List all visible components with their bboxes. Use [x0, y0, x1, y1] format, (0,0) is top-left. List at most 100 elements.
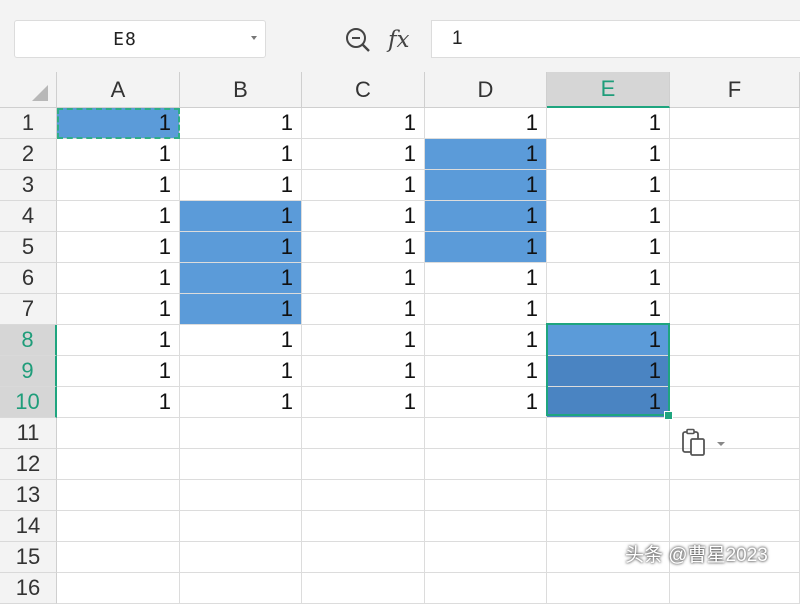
cell-a12[interactable] [57, 449, 180, 480]
column-header-b[interactable]: B [180, 72, 302, 108]
cell-a3[interactable]: 1 [57, 170, 180, 201]
cell-b1[interactable]: 1 [180, 108, 302, 139]
cell-f7[interactable] [670, 294, 800, 325]
row-header-2[interactable]: 2 [0, 139, 57, 170]
name-box[interactable]: E8 [14, 20, 266, 58]
cell-d11[interactable] [425, 418, 547, 449]
cell-c10[interactable]: 1 [302, 387, 425, 418]
cell-e2[interactable]: 1 [547, 139, 670, 170]
cell-f10[interactable] [670, 387, 800, 418]
cell-d3[interactable]: 1 [425, 170, 547, 201]
cell-e8[interactable]: 1 [547, 325, 670, 356]
cell-f1[interactable] [670, 108, 800, 139]
cell-c12[interactable] [302, 449, 425, 480]
cell-b11[interactable] [180, 418, 302, 449]
cell-a6[interactable]: 1 [57, 263, 180, 294]
column-header-e[interactable]: E [547, 72, 670, 108]
cell-b14[interactable] [180, 511, 302, 542]
cell-a2[interactable]: 1 [57, 139, 180, 170]
cell-e1[interactable]: 1 [547, 108, 670, 139]
row-header-10[interactable]: 10 [0, 387, 57, 418]
spreadsheet-grid[interactable]: ABCDEF1111112111113111114111115111116111… [0, 72, 800, 604]
cell-a8[interactable]: 1 [57, 325, 180, 356]
row-header-12[interactable]: 12 [0, 449, 57, 480]
column-header-c[interactable]: C [302, 72, 425, 108]
column-header-f[interactable]: F [670, 72, 800, 108]
row-header-15[interactable]: 15 [0, 542, 57, 573]
cell-f9[interactable] [670, 356, 800, 387]
cell-c3[interactable]: 1 [302, 170, 425, 201]
row-header-5[interactable]: 5 [0, 232, 57, 263]
row-header-9[interactable]: 9 [0, 356, 57, 387]
cell-a1[interactable]: 1 [57, 108, 180, 139]
cell-a14[interactable] [57, 511, 180, 542]
cell-b12[interactable] [180, 449, 302, 480]
cell-e6[interactable]: 1 [547, 263, 670, 294]
cell-c8[interactable]: 1 [302, 325, 425, 356]
cell-d7[interactable]: 1 [425, 294, 547, 325]
cell-a5[interactable]: 1 [57, 232, 180, 263]
cell-d2[interactable]: 1 [425, 139, 547, 170]
cell-c9[interactable]: 1 [302, 356, 425, 387]
cell-b13[interactable] [180, 480, 302, 511]
column-header-a[interactable]: A [57, 72, 180, 108]
cell-b15[interactable] [180, 542, 302, 573]
cell-d9[interactable]: 1 [425, 356, 547, 387]
cell-d12[interactable] [425, 449, 547, 480]
cell-f6[interactable] [670, 263, 800, 294]
paste-clipboard-icon[interactable] [678, 428, 728, 458]
column-header-d[interactable]: D [425, 72, 547, 108]
cell-b3[interactable]: 1 [180, 170, 302, 201]
cell-c11[interactable] [302, 418, 425, 449]
cell-e4[interactable]: 1 [547, 201, 670, 232]
cell-a13[interactable] [57, 480, 180, 511]
cell-f2[interactable] [670, 139, 800, 170]
cell-c2[interactable]: 1 [302, 139, 425, 170]
cell-e13[interactable] [547, 480, 670, 511]
cell-e11[interactable] [547, 418, 670, 449]
row-header-13[interactable]: 13 [0, 480, 57, 511]
cell-c1[interactable]: 1 [302, 108, 425, 139]
row-header-6[interactable]: 6 [0, 263, 57, 294]
row-header-4[interactable]: 4 [0, 201, 57, 232]
row-header-3[interactable]: 3 [0, 170, 57, 201]
cell-e9[interactable]: 1 [547, 356, 670, 387]
cell-d15[interactable] [425, 542, 547, 573]
cell-a10[interactable]: 1 [57, 387, 180, 418]
cell-a9[interactable]: 1 [57, 356, 180, 387]
cell-b7[interactable]: 1 [180, 294, 302, 325]
magnifier-zoom-icon[interactable] [344, 26, 372, 54]
cell-b10[interactable]: 1 [180, 387, 302, 418]
cell-c4[interactable]: 1 [302, 201, 425, 232]
cell-b9[interactable]: 1 [180, 356, 302, 387]
cell-e3[interactable]: 1 [547, 170, 670, 201]
cell-d10[interactable]: 1 [425, 387, 547, 418]
row-header-14[interactable]: 14 [0, 511, 57, 542]
chevron-down-icon[interactable] [251, 36, 257, 40]
row-header-11[interactable]: 11 [0, 418, 57, 449]
cell-b5[interactable]: 1 [180, 232, 302, 263]
cell-e12[interactable] [547, 449, 670, 480]
cell-d4[interactable]: 1 [425, 201, 547, 232]
formula-bar[interactable]: 1 [431, 20, 800, 58]
cell-b2[interactable]: 1 [180, 139, 302, 170]
cell-b4[interactable]: 1 [180, 201, 302, 232]
cell-e5[interactable]: 1 [547, 232, 670, 263]
cell-d6[interactable]: 1 [425, 263, 547, 294]
cell-c13[interactable] [302, 480, 425, 511]
cell-a15[interactable] [57, 542, 180, 573]
cell-e14[interactable] [547, 511, 670, 542]
cell-c7[interactable]: 1 [302, 294, 425, 325]
cell-e7[interactable]: 1 [547, 294, 670, 325]
cell-c6[interactable]: 1 [302, 263, 425, 294]
cell-f4[interactable] [670, 201, 800, 232]
cell-b8[interactable]: 1 [180, 325, 302, 356]
cell-e10[interactable]: 1 [547, 387, 670, 418]
cell-d8[interactable]: 1 [425, 325, 547, 356]
cell-c5[interactable]: 1 [302, 232, 425, 263]
cell-c15[interactable] [302, 542, 425, 573]
cell-a11[interactable] [57, 418, 180, 449]
cell-d14[interactable] [425, 511, 547, 542]
cell-d13[interactable] [425, 480, 547, 511]
row-header-1[interactable]: 1 [0, 108, 57, 139]
